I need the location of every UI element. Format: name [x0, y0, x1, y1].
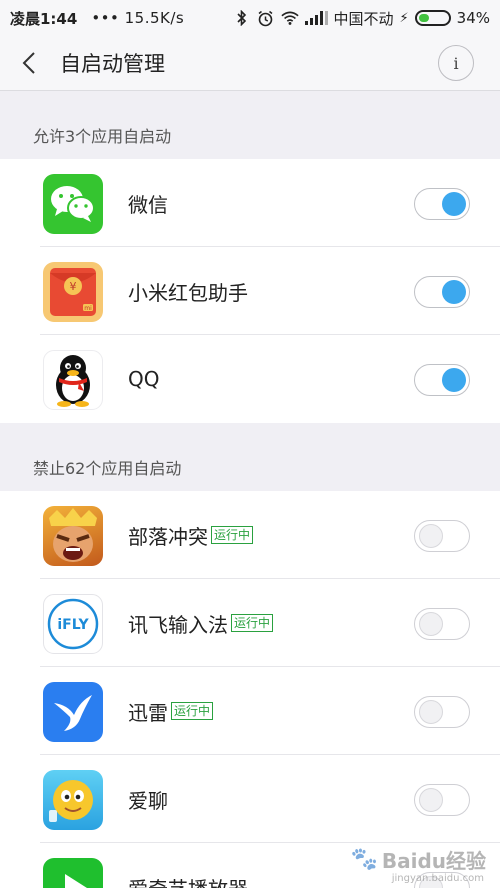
app-row-mi-red-envelope[interactable]: ¥ mi 小米红包助手: [0, 247, 500, 335]
toggle-knob: [419, 524, 443, 548]
autostart-toggle[interactable]: [414, 696, 470, 728]
allowed-app-list: 微信 ¥ mi 小米红包助手 QQ: [0, 159, 500, 423]
blocked-section-header: 禁止62个应用自启动: [0, 423, 500, 491]
paw-icon: 🐾: [350, 847, 378, 872]
allowed-section-header: 允许3个应用自启动: [0, 91, 500, 159]
dots: •••: [91, 9, 120, 27]
watermark-text: Baidu经验: [381, 849, 486, 873]
autostart-toggle[interactable]: [414, 276, 470, 308]
autostart-toggle[interactable]: [414, 364, 470, 396]
bluetooth-icon: [233, 9, 251, 27]
info-icon: i: [453, 53, 459, 73]
clash-of-clans-icon: [43, 506, 103, 566]
app-row-clash-of-clans[interactable]: 部落冲突 运行中: [0, 491, 500, 579]
wifi-icon: [280, 9, 299, 27]
ifly-logo-text: iFLY: [57, 617, 89, 633]
app-row-qq[interactable]: QQ: [0, 335, 500, 423]
app-name: QQ: [128, 367, 160, 391]
charging-icon: ⚡: [399, 10, 409, 26]
status-bar: 凌晨1:44 ••• 15.5K/s 中国不动 ⚡ 34%: [0, 0, 500, 36]
blocked-app-list: 部落冲突 运行中 iFLY 讯飞输入法 运行中 迅雷 运行中 爱聊: [0, 491, 500, 888]
carrier-label: 中国不动: [333, 9, 394, 28]
app-name-with-status: 迅雷 运行中: [128, 667, 214, 755]
status-time: 凌晨1:44: [10, 9, 78, 28]
toggle-knob: [419, 700, 443, 724]
xunlei-bird-icon: [43, 682, 103, 742]
app-name: 部落冲突: [128, 524, 208, 549]
app-name-with-status: 部落冲突 运行中: [128, 491, 254, 579]
mi-yuan-glyph: ¥: [70, 280, 77, 293]
autostart-toggle[interactable]: [414, 520, 470, 552]
autostart-toggle[interactable]: [414, 784, 470, 816]
info-button[interactable]: i: [438, 45, 474, 81]
qq-penguin-icon: [43, 350, 103, 410]
app-name: 小米红包助手: [128, 280, 248, 305]
app-row-ifly[interactable]: iFLY 讯飞输入法 运行中: [0, 579, 500, 667]
ailiao-face-icon: [43, 770, 103, 830]
app-row-xunlei[interactable]: 迅雷 运行中: [0, 667, 500, 755]
app-header: 自启动管理 i: [0, 36, 500, 91]
iqiyi-play-icon: [43, 858, 103, 888]
blocked-section-title: 禁止62个应用自启动: [33, 459, 182, 478]
status-right: 中国不动 ⚡ 34%: [233, 8, 490, 29]
toggle-knob: [442, 280, 466, 304]
page-title: 自启动管理: [60, 52, 165, 76]
app-name: 爱奇艺播放器: [128, 843, 248, 888]
mi-logo-glyph: mi: [84, 305, 92, 312]
ifly-icon: iFLY: [43, 594, 103, 654]
app-name: 微信: [128, 192, 168, 217]
watermark-site: jingyan.baidu.com: [391, 873, 484, 884]
running-badge: 运行中: [211, 526, 254, 544]
chevron-left-icon: [22, 52, 35, 74]
toggle-knob: [442, 368, 466, 392]
toggle-knob: [419, 788, 443, 812]
alarm-icon: [257, 9, 275, 27]
autostart-toggle[interactable]: [414, 608, 470, 640]
app-row-ailiao[interactable]: 爱聊: [0, 755, 500, 843]
running-badge: 运行中: [171, 702, 214, 720]
battery-icon: [414, 10, 451, 26]
battery-fill: [418, 14, 429, 22]
autostart-toggle[interactable]: [414, 188, 470, 220]
app-name: 讯飞输入法: [128, 612, 228, 637]
app-name-with-status: 讯飞输入法 运行中: [128, 579, 274, 667]
mi-red-envelope-icon: ¥ mi: [43, 262, 103, 322]
toggle-knob: [419, 612, 443, 636]
signal-icon: [304, 11, 328, 25]
network-speed: ••• 15.5K/s: [91, 9, 184, 27]
speed-value: 15.5K/s: [124, 9, 185, 27]
wechat-icon: [43, 174, 103, 234]
app-name: 迅雷: [128, 700, 168, 725]
app-row-wechat[interactable]: 微信: [0, 159, 500, 247]
baidu-watermark: 🐾 Baidu经验 jingyan.baidu.com: [350, 845, 486, 884]
app-name: 爱聊: [128, 788, 168, 813]
toggle-knob: [442, 192, 466, 216]
running-badge: 运行中: [231, 614, 274, 632]
battery-percent: 34%: [456, 9, 490, 27]
back-button[interactable]: [0, 36, 60, 91]
allowed-section-title: 允许3个应用自启动: [33, 127, 172, 146]
